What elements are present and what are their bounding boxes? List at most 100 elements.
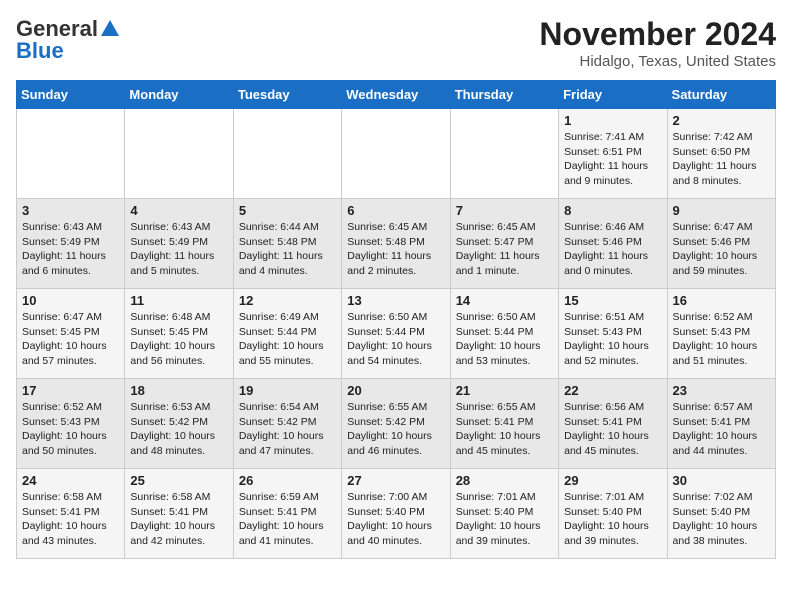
day-info: Sunrise: 6:59 AM Sunset: 5:41 PM Dayligh…: [239, 490, 336, 549]
header-day-thursday: Thursday: [450, 81, 558, 109]
day-number: 24: [22, 473, 119, 488]
calendar-cell: 20 Sunrise: 6:55 AM Sunset: 5:42 PM Dayli…: [342, 379, 450, 469]
day-number: 30: [673, 473, 770, 488]
month-title: November 2024: [539, 16, 776, 53]
header: General Blue November 2024 Hidalgo, Texa…: [16, 16, 776, 70]
calendar-cell: 14 Sunrise: 6:50 AM Sunset: 5:44 PM Dayli…: [450, 289, 558, 379]
day-info: Sunrise: 6:47 AM Sunset: 5:45 PM Dayligh…: [22, 310, 119, 369]
day-number: 26: [239, 473, 336, 488]
calendar-cell: [450, 109, 558, 199]
day-number: 21: [456, 383, 553, 398]
day-info: Sunrise: 6:49 AM Sunset: 5:44 PM Dayligh…: [239, 310, 336, 369]
day-info: Sunrise: 6:58 AM Sunset: 5:41 PM Dayligh…: [130, 490, 227, 549]
day-info: Sunrise: 7:01 AM Sunset: 5:40 PM Dayligh…: [456, 490, 553, 549]
calendar-cell: [342, 109, 450, 199]
calendar-cell: 24 Sunrise: 6:58 AM Sunset: 5:41 PM Dayli…: [17, 469, 125, 559]
calendar-cell: 21 Sunrise: 6:55 AM Sunset: 5:41 PM Dayli…: [450, 379, 558, 469]
calendar-cell: 22 Sunrise: 6:56 AM Sunset: 5:41 PM Dayli…: [559, 379, 667, 469]
calendar-cell: 8 Sunrise: 6:46 AM Sunset: 5:46 PM Daylig…: [559, 199, 667, 289]
day-number: 23: [673, 383, 770, 398]
day-info: Sunrise: 6:44 AM Sunset: 5:48 PM Dayligh…: [239, 220, 336, 279]
day-info: Sunrise: 6:55 AM Sunset: 5:42 PM Dayligh…: [347, 400, 444, 459]
day-number: 5: [239, 203, 336, 218]
day-info: Sunrise: 7:02 AM Sunset: 5:40 PM Dayligh…: [673, 490, 770, 549]
day-number: 12: [239, 293, 336, 308]
day-info: Sunrise: 7:41 AM Sunset: 6:51 PM Dayligh…: [564, 130, 661, 189]
calendar-cell: 5 Sunrise: 6:44 AM Sunset: 5:48 PM Daylig…: [233, 199, 341, 289]
day-info: Sunrise: 6:43 AM Sunset: 5:49 PM Dayligh…: [130, 220, 227, 279]
day-number: 1: [564, 113, 661, 128]
day-number: 3: [22, 203, 119, 218]
day-number: 8: [564, 203, 661, 218]
day-info: Sunrise: 7:42 AM Sunset: 6:50 PM Dayligh…: [673, 130, 770, 189]
calendar-cell: 3 Sunrise: 6:43 AM Sunset: 5:49 PM Daylig…: [17, 199, 125, 289]
day-info: Sunrise: 7:00 AM Sunset: 5:40 PM Dayligh…: [347, 490, 444, 549]
day-number: 9: [673, 203, 770, 218]
day-number: 16: [673, 293, 770, 308]
day-number: 22: [564, 383, 661, 398]
day-info: Sunrise: 6:52 AM Sunset: 5:43 PM Dayligh…: [22, 400, 119, 459]
calendar-cell: 2 Sunrise: 7:42 AM Sunset: 6:50 PM Daylig…: [667, 109, 775, 199]
day-info: Sunrise: 6:54 AM Sunset: 5:42 PM Dayligh…: [239, 400, 336, 459]
day-number: 27: [347, 473, 444, 488]
day-info: Sunrise: 6:55 AM Sunset: 5:41 PM Dayligh…: [456, 400, 553, 459]
calendar-cell: 9Sunrise: 6:47 AM Sunset: 5:46 PM Daylig…: [667, 199, 775, 289]
calendar-body: 1 Sunrise: 7:41 AM Sunset: 6:51 PM Daylig…: [17, 109, 776, 559]
calendar-cell: 30 Sunrise: 7:02 AM Sunset: 5:40 PM Dayli…: [667, 469, 775, 559]
calendar-week-1: 1 Sunrise: 7:41 AM Sunset: 6:51 PM Daylig…: [17, 109, 776, 199]
day-info: Sunrise: 6:45 AM Sunset: 5:47 PM Dayligh…: [456, 220, 553, 279]
day-info: Sunrise: 6:58 AM Sunset: 5:41 PM Dayligh…: [22, 490, 119, 549]
day-number: 15: [564, 293, 661, 308]
day-number: 14: [456, 293, 553, 308]
calendar-week-5: 24 Sunrise: 6:58 AM Sunset: 5:41 PM Dayli…: [17, 469, 776, 559]
day-info: Sunrise: 6:56 AM Sunset: 5:41 PM Dayligh…: [564, 400, 661, 459]
day-info: Sunrise: 6:43 AM Sunset: 5:49 PM Dayligh…: [22, 220, 119, 279]
day-info: Sunrise: 6:51 AM Sunset: 5:43 PM Dayligh…: [564, 310, 661, 369]
header-day-saturday: Saturday: [667, 81, 775, 109]
day-number: 6: [347, 203, 444, 218]
day-number: 25: [130, 473, 227, 488]
day-number: 2: [673, 113, 770, 128]
calendar-cell: [125, 109, 233, 199]
day-info: Sunrise: 6:45 AM Sunset: 5:48 PM Dayligh…: [347, 220, 444, 279]
day-number: 7: [456, 203, 553, 218]
calendar-cell: 26 Sunrise: 6:59 AM Sunset: 5:41 PM Dayli…: [233, 469, 341, 559]
day-number: 29: [564, 473, 661, 488]
calendar-cell: 28 Sunrise: 7:01 AM Sunset: 5:40 PM Dayli…: [450, 469, 558, 559]
calendar-cell: 25 Sunrise: 6:58 AM Sunset: 5:41 PM Dayli…: [125, 469, 233, 559]
day-number: 20: [347, 383, 444, 398]
day-number: 10: [22, 293, 119, 308]
calendar-week-4: 17 Sunrise: 6:52 AM Sunset: 5:43 PM Dayli…: [17, 379, 776, 469]
location: Hidalgo, Texas, United States: [539, 53, 776, 70]
calendar-cell: [233, 109, 341, 199]
day-number: 19: [239, 383, 336, 398]
calendar-cell: 11 Sunrise: 6:48 AM Sunset: 5:45 PM Dayli…: [125, 289, 233, 379]
header-day-friday: Friday: [559, 81, 667, 109]
calendar-cell: 12 Sunrise: 6:49 AM Sunset: 5:44 PM Dayli…: [233, 289, 341, 379]
day-number: 17: [22, 383, 119, 398]
header-day-monday: Monday: [125, 81, 233, 109]
calendar-cell: 18Sunrise: 6:53 AM Sunset: 5:42 PM Dayli…: [125, 379, 233, 469]
logo-blue: Blue: [16, 38, 64, 64]
day-number: 28: [456, 473, 553, 488]
calendar-cell: 16 Sunrise: 6:52 AM Sunset: 5:43 PM Dayli…: [667, 289, 775, 379]
header-day-wednesday: Wednesday: [342, 81, 450, 109]
day-info: Sunrise: 6:53 AM Sunset: 5:42 PM Dayligh…: [130, 400, 227, 459]
day-info: Sunrise: 6:52 AM Sunset: 5:43 PM Dayligh…: [673, 310, 770, 369]
calendar-cell: 27 Sunrise: 7:00 AM Sunset: 5:40 PM Dayli…: [342, 469, 450, 559]
calendar-cell: 4Sunrise: 6:43 AM Sunset: 5:49 PM Daylig…: [125, 199, 233, 289]
calendar-week-2: 3 Sunrise: 6:43 AM Sunset: 5:49 PM Daylig…: [17, 199, 776, 289]
day-info: Sunrise: 6:57 AM Sunset: 5:41 PM Dayligh…: [673, 400, 770, 459]
calendar-table: SundayMondayTuesdayWednesdayThursdayFrid…: [16, 80, 776, 559]
day-info: Sunrise: 7:01 AM Sunset: 5:40 PM Dayligh…: [564, 490, 661, 549]
day-info: Sunrise: 6:46 AM Sunset: 5:46 PM Dayligh…: [564, 220, 661, 279]
day-info: Sunrise: 6:50 AM Sunset: 5:44 PM Dayligh…: [456, 310, 553, 369]
calendar-cell: 10 Sunrise: 6:47 AM Sunset: 5:45 PM Dayli…: [17, 289, 125, 379]
calendar-cell: 15 Sunrise: 6:51 AM Sunset: 5:43 PM Dayli…: [559, 289, 667, 379]
calendar-week-3: 10 Sunrise: 6:47 AM Sunset: 5:45 PM Dayli…: [17, 289, 776, 379]
day-info: Sunrise: 6:48 AM Sunset: 5:45 PM Dayligh…: [130, 310, 227, 369]
day-info: Sunrise: 6:50 AM Sunset: 5:44 PM Dayligh…: [347, 310, 444, 369]
day-number: 13: [347, 293, 444, 308]
day-number: 11: [130, 293, 227, 308]
calendar-cell: 6 Sunrise: 6:45 AM Sunset: 5:48 PM Daylig…: [342, 199, 450, 289]
